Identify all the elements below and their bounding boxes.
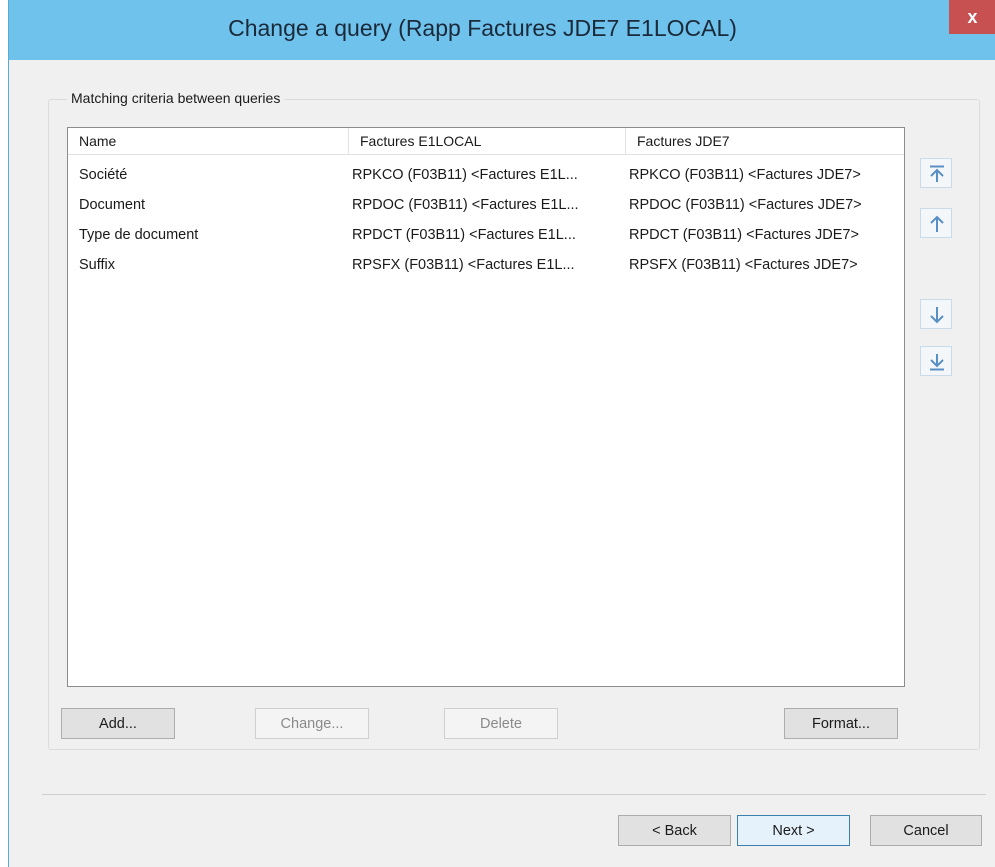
cell-name: Suffix bbox=[79, 257, 116, 273]
cell-jde7: RPDOC (F03B11) <Factures JDE7> bbox=[629, 197, 862, 213]
move-to-bottom-icon bbox=[930, 354, 944, 371]
cell-jde7: RPDCT (F03B11) <Factures JDE7> bbox=[629, 227, 859, 243]
move-to-top-icon bbox=[930, 165, 944, 182]
format-button[interactable]: Format... bbox=[784, 708, 898, 739]
close-button[interactable]: x bbox=[949, 0, 995, 34]
list-header: Name Factures E1LOCAL Factures JDE7 bbox=[68, 128, 904, 155]
next-button[interactable]: Next > bbox=[737, 815, 850, 846]
move-up-button[interactable] bbox=[920, 208, 952, 238]
cell-e1local: RPKCO (F03B11) <Factures E1L... bbox=[352, 167, 578, 183]
cell-e1local: RPDOC (F03B11) <Factures E1L... bbox=[352, 197, 579, 213]
table-row[interactable]: Société RPKCO (F03B11) <Factures E1L... … bbox=[68, 160, 904, 190]
cell-e1local: RPSFX (F03B11) <Factures E1L... bbox=[352, 257, 575, 273]
window-title: Change a query (Rapp Factures JDE7 E1LOC… bbox=[228, 15, 737, 41]
footer-separator bbox=[42, 794, 986, 795]
cancel-button[interactable]: Cancel bbox=[870, 815, 982, 846]
cell-e1local: RPDCT (F03B11) <Factures E1L... bbox=[352, 227, 576, 243]
move-to-bottom-button[interactable] bbox=[920, 346, 952, 376]
dialog-window: Change a query (Rapp Factures JDE7 E1LOC… bbox=[8, 0, 995, 867]
change-button[interactable]: Change... bbox=[255, 708, 369, 739]
cell-jde7: RPSFX (F03B11) <Factures JDE7> bbox=[629, 257, 858, 273]
move-down-icon bbox=[930, 307, 944, 324]
table-row[interactable]: Type de document RPDCT (F03B11) <Facture… bbox=[68, 220, 904, 250]
move-to-top-button[interactable] bbox=[920, 158, 952, 188]
group-legend: Matching criteria between queries bbox=[67, 90, 285, 106]
column-header-e1local[interactable]: Factures E1LOCAL bbox=[349, 128, 626, 154]
add-button[interactable]: Add... bbox=[61, 708, 175, 739]
table-row[interactable]: Suffix RPSFX (F03B11) <Factures E1L... R… bbox=[68, 250, 904, 280]
move-up-icon bbox=[930, 215, 944, 232]
back-button[interactable]: < Back bbox=[618, 815, 731, 846]
cell-name: Société bbox=[79, 167, 128, 183]
table-row[interactable]: Document RPDOC (F03B11) <Factures E1L...… bbox=[68, 190, 904, 220]
column-header-jde7[interactable]: Factures JDE7 bbox=[626, 128, 904, 154]
delete-button[interactable]: Delete bbox=[444, 708, 558, 739]
cell-name: Type de document bbox=[79, 227, 199, 243]
criteria-list[interactable]: Name Factures E1LOCAL Factures JDE7 Soci… bbox=[67, 127, 905, 687]
column-header-name[interactable]: Name bbox=[68, 128, 349, 154]
move-down-button[interactable] bbox=[920, 299, 952, 329]
cell-name: Document bbox=[79, 197, 146, 213]
cell-jde7: RPKCO (F03B11) <Factures JDE7> bbox=[629, 167, 861, 183]
title-bar[interactable]: Change a query (Rapp Factures JDE7 E1LOC… bbox=[9, 0, 995, 60]
